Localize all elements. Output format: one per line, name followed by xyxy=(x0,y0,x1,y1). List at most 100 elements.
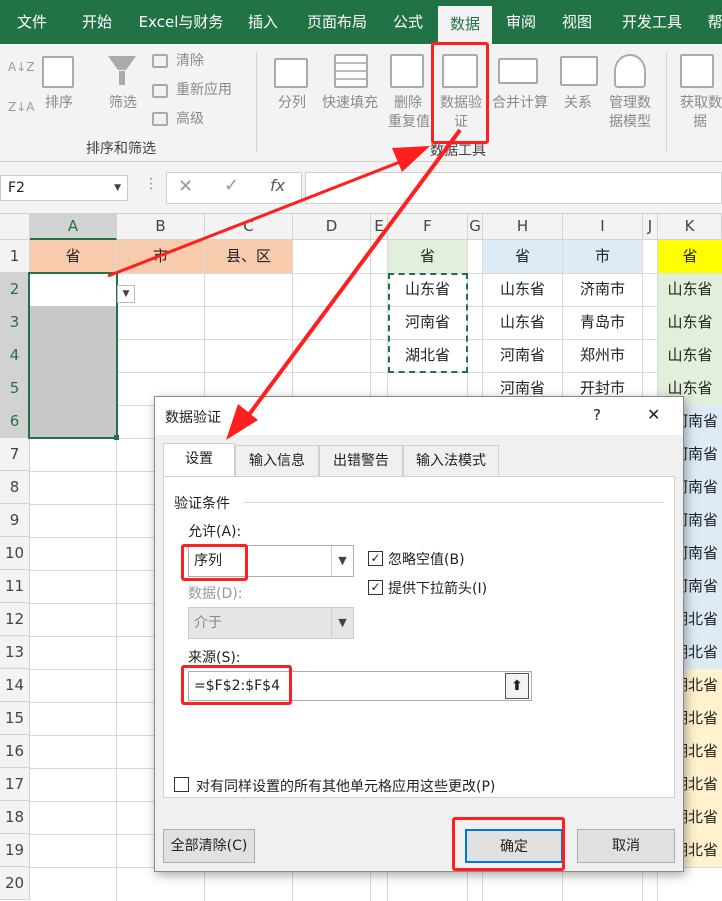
cell-i3[interactable]: 青岛市 xyxy=(563,306,642,339)
formula-input[interactable] xyxy=(305,172,722,204)
row-header[interactable]: 18 xyxy=(0,801,30,834)
cancel-button[interactable]: 取消 xyxy=(577,829,675,863)
tab-home[interactable]: 开始 xyxy=(64,0,130,44)
column-header-f[interactable]: F xyxy=(388,214,468,240)
row-header[interactable]: 1 xyxy=(0,240,30,273)
column-header-h[interactable]: H xyxy=(483,214,563,240)
tab-formulas[interactable]: 公式 xyxy=(380,0,436,44)
sort-desc-button[interactable]: Z↓A xyxy=(8,98,34,117)
sort-button[interactable]: 排序 xyxy=(40,94,78,113)
close-icon[interactable]: ✕ xyxy=(647,405,660,424)
cell-c1[interactable]: 县、区 xyxy=(205,240,292,273)
cell-k[interactable]: 山东省 xyxy=(658,339,722,372)
row-header[interactable]: 15 xyxy=(0,702,30,735)
tab-error-alert[interactable]: 出错警告 xyxy=(319,445,403,477)
column-header-e[interactable]: E xyxy=(371,214,388,240)
cell-k[interactable]: 山东省 xyxy=(658,273,722,306)
reapply-button[interactable]: 重新应用 xyxy=(176,81,232,100)
drag-handle-icon[interactable]: ⋮ xyxy=(144,176,158,192)
tab-data[interactable]: 数据 xyxy=(438,6,492,44)
column-header-k[interactable]: K xyxy=(658,214,722,240)
manage-data-model-button-line2[interactable]: 据模型 xyxy=(602,113,658,132)
enter-icon[interactable]: ✓ xyxy=(224,175,239,196)
cell-i2[interactable]: 济南市 xyxy=(563,273,642,306)
ignore-blank-checkbox[interactable]: ✓ xyxy=(368,551,383,566)
get-data-button-line2[interactable]: 据 xyxy=(690,113,710,132)
get-data-button[interactable]: 获取数 xyxy=(676,94,722,113)
selection-border[interactable] xyxy=(28,272,118,439)
row-header[interactable]: 8 xyxy=(0,471,30,504)
tab-developer[interactable]: 开发工具 xyxy=(608,0,696,44)
row-header[interactable]: 3 xyxy=(0,306,30,339)
chevron-down-icon[interactable]: ▼ xyxy=(331,546,353,576)
fx-icon[interactable]: fx xyxy=(270,176,285,195)
filter-button[interactable]: 筛选 xyxy=(103,94,143,113)
cell-h3[interactable]: 山东省 xyxy=(483,306,562,339)
clear-all-button[interactable]: 全部清除(C) xyxy=(163,829,255,863)
flash-fill-button[interactable]: 快速填充 xyxy=(318,94,382,113)
apply-all-checkbox[interactable] xyxy=(174,777,189,792)
tab-file[interactable]: 文件 xyxy=(0,0,64,44)
row-header[interactable]: 11 xyxy=(0,570,30,603)
advanced-button[interactable]: 高级 xyxy=(176,110,204,129)
tab-excel-finance[interactable]: Excel与财务 xyxy=(130,0,232,44)
row-header[interactable]: 13 xyxy=(0,636,30,669)
consolidate-button[interactable]: 合并计算 xyxy=(488,94,552,113)
row-header[interactable]: 7 xyxy=(0,438,30,471)
column-header-b[interactable]: B xyxy=(117,214,205,240)
relationships-button[interactable]: 关系 xyxy=(558,94,598,113)
name-box[interactable]: F2 ▼ xyxy=(0,175,128,201)
row-header[interactable]: 14 xyxy=(0,669,30,702)
dropdown-arrow-icon[interactable]: ▼ xyxy=(117,285,135,303)
remove-duplicates-button-line2[interactable]: 重复值 xyxy=(384,113,434,132)
help-icon[interactable]: ? xyxy=(593,406,601,424)
column-header-d[interactable]: D xyxy=(293,214,371,240)
cell-k[interactable]: 山东省 xyxy=(658,306,722,339)
tab-help[interactable]: 帮 xyxy=(700,0,722,44)
tab-insert[interactable]: 插入 xyxy=(232,0,294,44)
row-header[interactable]: 12 xyxy=(0,603,30,636)
manage-data-model-button[interactable]: 管理数 xyxy=(602,94,658,113)
dropdown-arrow-checkbox[interactable]: ✓ xyxy=(368,580,383,595)
cancel-icon[interactable]: ✕ xyxy=(178,176,193,197)
column-header-c[interactable]: C xyxy=(205,214,293,240)
row-header[interactable]: 16 xyxy=(0,735,30,768)
row-header[interactable]: 2 xyxy=(0,273,30,306)
row-header[interactable]: 5 xyxy=(0,372,30,405)
cell-i4[interactable]: 郑州市 xyxy=(563,339,642,372)
column-header-i[interactable]: I xyxy=(563,214,643,240)
dialog-titlebar[interactable]: 数据验证 ? ✕ xyxy=(155,397,683,435)
tab-input-message[interactable]: 输入信息 xyxy=(235,445,319,477)
row-header[interactable]: 10 xyxy=(0,537,30,570)
row-header[interactable]: 20 xyxy=(0,867,30,900)
row-header[interactable]: 9 xyxy=(0,504,30,537)
row-header[interactable]: 17 xyxy=(0,768,30,801)
cell-f1[interactable]: 省 xyxy=(388,240,467,273)
cell-h4[interactable]: 河南省 xyxy=(483,339,562,372)
tab-review[interactable]: 审阅 xyxy=(494,0,548,44)
column-header-j[interactable]: J xyxy=(643,214,658,240)
tab-settings[interactable]: 设置 xyxy=(163,443,235,477)
fill-handle[interactable] xyxy=(114,435,119,440)
tab-page-layout[interactable]: 页面布局 xyxy=(294,0,380,44)
cell-b1[interactable]: 市 xyxy=(117,240,204,273)
row-header[interactable]: 4 xyxy=(0,339,30,372)
row-header[interactable]: 19 xyxy=(0,834,30,867)
cell-h1[interactable]: 省 xyxy=(483,240,562,273)
cell-h2[interactable]: 山东省 xyxy=(483,273,562,306)
sort-asc-button[interactable]: A↓Z xyxy=(8,58,34,77)
cell-k1[interactable]: 省 xyxy=(658,240,722,273)
column-header-a[interactable]: A xyxy=(30,214,117,240)
select-all-corner[interactable] xyxy=(0,214,30,240)
remove-duplicates-button-line1[interactable]: 删除 xyxy=(388,94,428,113)
chevron-down-icon[interactable]: ▼ xyxy=(114,176,121,200)
tab-ime-mode[interactable]: 输入法模式 xyxy=(403,445,499,477)
tab-view[interactable]: 视图 xyxy=(548,0,606,44)
collapse-dialog-icon[interactable]: ⬆ xyxy=(505,673,529,699)
clear-button[interactable]: 清除 xyxy=(176,52,204,71)
cell-i1[interactable]: 市 xyxy=(563,240,642,273)
cell-a1[interactable]: 省 xyxy=(30,240,116,273)
row-header[interactable]: 6 xyxy=(0,405,30,438)
text-to-columns-button[interactable]: 分列 xyxy=(274,94,310,113)
column-header-g[interactable]: G xyxy=(468,214,483,240)
